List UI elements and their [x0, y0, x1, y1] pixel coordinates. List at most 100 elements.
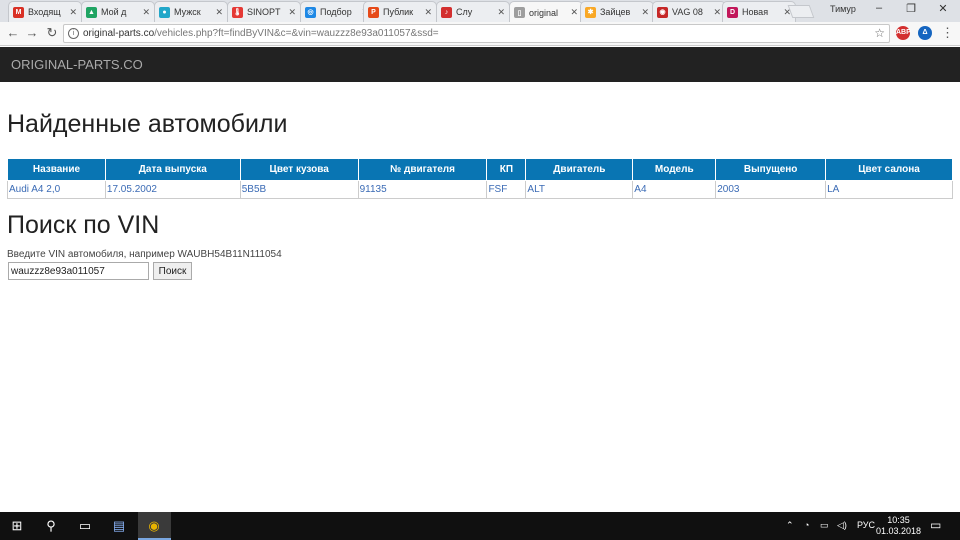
delta-icon[interactable]: Δ [918, 26, 932, 40]
adblock-icon[interactable]: ABP [896, 26, 911, 40]
close-tab-icon[interactable]: ✕ [713, 7, 721, 18]
clock-time: 10:35 [887, 515, 910, 525]
table-row[interactable]: Audi A4 2,0 17.05.2002 5B5B 91135 FSF ALT A4 20… [7, 180, 953, 199]
table-cell[interactable]: 17.05.2002 [104, 180, 241, 199]
tab-label: Подбор [320, 7, 352, 17]
tab-label: original [529, 7, 559, 18]
browser-tab[interactable]: ▯ original ✕ [509, 1, 583, 23]
publication-icon: P [368, 6, 379, 18]
tab-label: Новая [742, 7, 769, 17]
tab-label: Мужск [174, 7, 201, 17]
site-icon: ● [159, 6, 170, 18]
column-header[interactable]: Цвет кузова [239, 158, 359, 181]
browser-tab[interactable]: ♪ Слу ✕ [436, 1, 510, 22]
bookmark-star-icon[interactable]: ☆ [874, 26, 885, 40]
task-view-icon[interactable]: ▭ [76, 517, 94, 535]
close-tab-icon[interactable]: ✕ [69, 7, 77, 18]
tab-label: Зайцев [600, 7, 631, 17]
browser-tab[interactable]: ● Мужск ✕ [154, 1, 228, 22]
browser-tab-strip: M Входящ ✕ ▲ Мой д ✕ ● Мужск ✕ 🌡 SINOPT ✕ ◎ Подбор ✕ PП… [0, 0, 960, 23]
notepad-icon[interactable]: ▤ [110, 517, 128, 535]
tray-chevron-icon[interactable]: ⌃ [786, 520, 794, 531]
column-header[interactable]: Дата выпуска [104, 158, 241, 181]
column-header[interactable]: Модель [632, 158, 717, 181]
address-bar[interactable]: i original-parts.co/vehicles.php?ft=find… [63, 24, 890, 43]
column-header[interactable]: Двигатель [525, 158, 634, 181]
info-icon[interactable]: i [68, 28, 79, 39]
reload-icon[interactable]: ↻ [43, 25, 61, 41]
clock-date: 01.03.2018 [876, 526, 922, 536]
browser-toolbar: ← → ↻ i original-parts.co/vehicles.php?f… [0, 22, 960, 46]
found-vehicles-title: Найденные автомобили [7, 110, 288, 138]
table-cell[interactable]: 2003 [715, 180, 827, 199]
browser-menu-icon[interactable]: ⋮ [941, 25, 954, 41]
url-host: original-parts.co [83, 28, 155, 39]
close-tab-icon[interactable]: ✕ [570, 7, 578, 18]
table-cell[interactable]: Audi A4 2,0 [7, 180, 106, 199]
table-cell[interactable]: 91135 [357, 180, 488, 199]
notifications-icon[interactable]: ▭ [930, 518, 941, 532]
new-tab-button[interactable] [787, 5, 815, 18]
search-button[interactable]: Поиск [153, 262, 192, 280]
drom-icon: D [727, 6, 738, 18]
browser-tab[interactable]: ✱ Зайцев ✕ [580, 1, 654, 22]
table-header-row: Название Дата выпуска Цвет кузова № двигате… [7, 158, 953, 181]
battery-icon[interactable]: ▭ [820, 520, 829, 531]
globe-icon: ◉ [657, 6, 668, 18]
taskbar-chrome-button[interactable]: ◉ [138, 512, 171, 540]
browser-tab[interactable]: 🌡 SINOPT ✕ [227, 1, 301, 22]
site-navbar: ORIGINAL-PARTS.CO [0, 47, 960, 82]
close-tab-icon[interactable]: ✕ [288, 7, 296, 18]
windows-start-icon[interactable]: ⊞ [8, 517, 26, 535]
close-tab-icon[interactable]: ✕ [641, 7, 649, 18]
table-cell[interactable]: FSF [486, 180, 527, 199]
close-tab-icon[interactable]: ✕ [142, 7, 150, 18]
gmail-icon: M [13, 6, 24, 18]
site-brand-link[interactable]: ORIGINAL-PARTS.CO [11, 57, 143, 72]
column-header[interactable]: Название [7, 158, 106, 181]
tab-label: Входящ [28, 7, 61, 17]
close-tab-icon[interactable]: ✕ [215, 7, 223, 18]
table-cell[interactable]: A4 [632, 180, 717, 199]
os-taskbar: ⊞ ⚲ ▭ ▤ ◉ ⌃ ◔ ▭ ◁) РУС 10:35 01.03.2018 … [0, 512, 960, 540]
column-header[interactable]: КП [486, 158, 527, 181]
close-tab-icon[interactable]: ✕ [424, 7, 432, 18]
browser-tab[interactable]: ▲ Мой д ✕ [81, 1, 155, 22]
minimize-button[interactable]: – [864, 2, 894, 14]
restore-button[interactable]: ❐ [896, 2, 926, 15]
clock[interactable]: 10:35 01.03.2018 [876, 515, 921, 537]
close-tab-icon[interactable]: ✕ [497, 7, 505, 18]
table-cell[interactable]: ALT [525, 180, 634, 199]
page-icon: ▯ [514, 7, 525, 18]
table-body: Audi A4 2,0 17.05.2002 5B5B 91135 FSF ALT A4 20… [7, 180, 953, 199]
tab-label: Слу [456, 7, 473, 17]
browser-tab[interactable]: D Новая ✕ [722, 1, 796, 22]
url-path: /vehicles.php?ft=findByVIN&c=&vin=wauzzz… [154, 28, 439, 39]
music-icon: ♪ [441, 6, 452, 18]
column-header[interactable]: Выпущено [715, 158, 827, 181]
language-indicator[interactable]: РУС [857, 520, 875, 530]
drive-icon: ▲ [86, 6, 97, 18]
vin-input[interactable] [8, 262, 149, 280]
vin-hint-text: Введите VIN автомобиля, например WAUBH54… [7, 249, 282, 260]
profile-name[interactable]: Тимур [830, 4, 856, 14]
tab-label: Мой д [101, 7, 127, 17]
target-icon: ◎ [305, 6, 316, 18]
close-window-button[interactable]: ✕ [928, 2, 958, 15]
tab-label: SINOPT [247, 7, 281, 17]
gear-icon: ✱ [585, 6, 596, 18]
table-cell[interactable]: LA [825, 180, 953, 199]
forward-arrow-icon[interactable]: → [23, 25, 41, 41]
column-header[interactable]: Цвет салона [825, 158, 953, 181]
browser-tab[interactable]: P Публик ✕ [363, 1, 437, 22]
tab-label: Публик [383, 7, 414, 17]
search-icon[interactable]: ⚲ [42, 517, 60, 535]
browser-tab[interactable]: ◉ VAG 08 ✕ [652, 1, 726, 22]
table-cell[interactable]: 5B5B [239, 180, 359, 199]
chrome-icon: ◉ [148, 518, 160, 533]
browser-tab[interactable]: M Входящ ✕ [8, 1, 82, 22]
volume-icon[interactable]: ◁) [837, 520, 847, 531]
wifi-icon[interactable]: ◔ [804, 520, 809, 530]
back-arrow-icon[interactable]: ← [4, 25, 22, 41]
column-header[interactable]: № двигателя [357, 158, 488, 181]
